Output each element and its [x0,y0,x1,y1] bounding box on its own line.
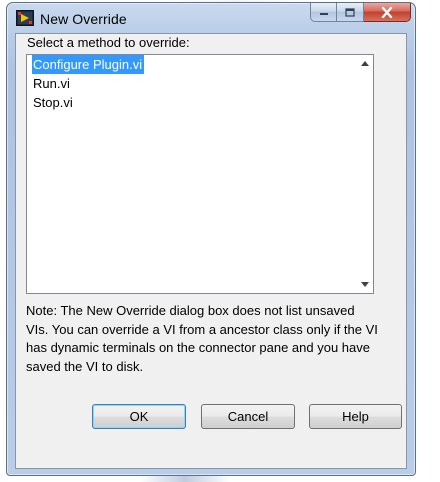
minimize-icon [319,13,328,15]
close-button[interactable] [364,3,411,22]
title-bar[interactable]: New Override [7,3,415,33]
method-list: Configure Plugin.vi Run.vi Stop.vi [27,55,356,293]
background-window-sliver [140,476,230,482]
list-item-configure-plugin[interactable]: Configure Plugin.vi [27,55,356,74]
scroll-down-button[interactable] [356,276,373,293]
window-title: New Override [40,11,127,27]
prompt-label: Select a method to override: [27,35,190,50]
caption-buttons [310,3,411,23]
scroll-down-arrow-icon [360,282,369,287]
close-icon [381,6,393,18]
scroll-up-arrow-icon [360,61,369,66]
list-item-stop[interactable]: Stop.vi [27,93,356,112]
cancel-button[interactable]: Cancel [201,404,295,429]
list-item-label: Stop.vi [33,95,73,110]
vertical-scrollbar[interactable] [356,55,373,293]
method-listbox[interactable]: Configure Plugin.vi Run.vi Stop.vi [26,54,374,294]
labview-override-icon [16,10,34,26]
list-item-label: Configure Plugin.vi [32,55,145,74]
note-text: Note: The New Override dialog box does n… [26,303,378,374]
maximize-icon [345,7,355,17]
ok-button[interactable]: OK [92,404,186,429]
scroll-up-button[interactable] [356,55,373,72]
maximize-button[interactable] [337,3,364,22]
minimize-button[interactable] [310,3,337,22]
list-item-run[interactable]: Run.vi [27,74,356,93]
help-button[interactable]: Help [309,404,402,429]
list-item-label: Run.vi [33,76,70,91]
